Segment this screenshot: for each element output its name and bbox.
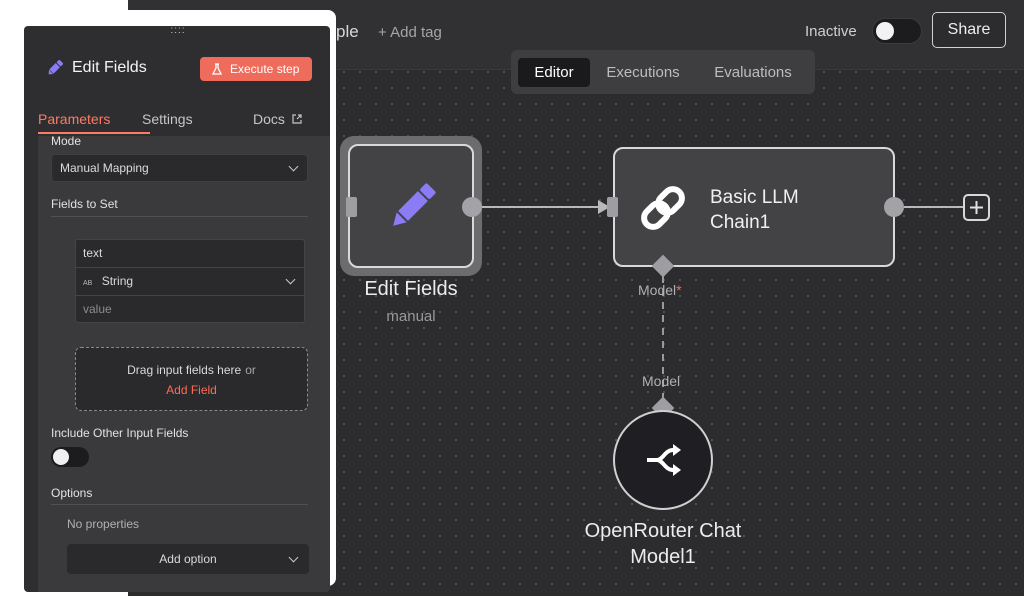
field-name-input[interactable]: text — [76, 240, 304, 268]
llm-node-title-line2: Chain1 — [710, 212, 771, 233]
openrouter-icon — [647, 444, 681, 476]
node-settings-panel: :::: Edit Fields Execute step Parameters… — [24, 26, 330, 592]
flask-icon — [212, 63, 222, 75]
toggle-knob — [53, 449, 69, 465]
field-assignment: text AB String value — [75, 239, 305, 323]
tab-executions[interactable]: Executions — [594, 58, 692, 87]
pencil-icon — [48, 59, 64, 75]
external-link-icon — [292, 114, 302, 124]
llm-input-port[interactable] — [607, 197, 618, 217]
options-label: Options — [51, 486, 93, 500]
mode-label: Mode — [51, 134, 82, 148]
tab-editor[interactable]: Editor — [518, 58, 590, 87]
tab-docs-label: Docs — [253, 111, 285, 127]
field-value-input[interactable]: value — [76, 296, 304, 324]
openrouter-title-line1: OpenRouter Chat — [584, 520, 742, 542]
include-other-fields-label: Include Other Input Fields — [51, 426, 189, 440]
mode-select[interactable]: Manual Mapping — [51, 154, 308, 182]
pencil-icon — [393, 183, 436, 226]
model-connector-label: Model — [642, 373, 681, 389]
node-edit-fields-body — [348, 144, 474, 268]
active-toggle[interactable] — [872, 18, 922, 44]
share-button[interactable]: Share — [932, 12, 1006, 48]
workflow-status-label: Inactive — [805, 23, 857, 40]
execute-step-label: Execute step — [230, 62, 300, 76]
node-openrouter-chat-model[interactable] — [613, 410, 713, 510]
add-option-select[interactable]: Add option — [67, 544, 309, 574]
panel-title: Edit Fields — [72, 59, 147, 76]
edit-fields-input-port[interactable] — [346, 197, 357, 217]
edit-fields-node-title: Edit Fields — [364, 278, 458, 300]
drop-zone-or: or — [245, 363, 256, 377]
llm-output-port[interactable] — [884, 197, 904, 217]
openrouter-title-line2: Model1 — [630, 546, 696, 568]
edit-fields-output-port[interactable] — [462, 197, 482, 217]
chevron-down-icon — [288, 552, 299, 563]
section-divider — [51, 216, 308, 217]
node-edit-fields[interactable] — [340, 136, 482, 276]
tab-parameters[interactable]: Parameters — [38, 111, 110, 127]
add-field-button[interactable]: Add Field — [76, 383, 307, 397]
chain-link-icon — [641, 186, 685, 230]
tab-evaluations[interactable]: Evaluations — [698, 58, 808, 87]
node-basic-llm-chain[interactable]: Basic LLM Chain1 — [613, 147, 895, 267]
no-properties-text: No properties — [67, 517, 140, 531]
mode-select-value: Manual Mapping — [60, 161, 149, 175]
edit-fields-node-subtitle: manual — [386, 308, 436, 325]
chevron-down-icon — [285, 274, 296, 285]
field-type-select[interactable]: AB String — [76, 268, 304, 296]
drop-zone-text: Drag input fields here or — [76, 363, 307, 377]
view-tabs: Editor Executions Evaluations — [511, 50, 815, 94]
app-window: ple + Add tag Inactive Share Editor Exec… — [0, 0, 1024, 596]
tab-docs[interactable]: Docs — [253, 111, 302, 127]
add-option-label: Add option — [159, 552, 217, 566]
tab-settings[interactable]: Settings — [142, 111, 193, 127]
fields-to-set-label: Fields to Set — [51, 197, 118, 211]
chevron-down-icon — [288, 161, 299, 172]
drop-input-fields-zone[interactable]: Drag input fields here or Add Field — [75, 347, 308, 411]
plus-icon — [970, 201, 983, 214]
node-settings-panel-frame: :::: Edit Fields Execute step Parameters… — [10, 10, 336, 592]
add-tag-button[interactable]: + Add tag — [378, 24, 442, 41]
workflow-title[interactable]: ple — [336, 22, 359, 42]
add-node-button[interactable] — [963, 194, 990, 221]
model-port-label-text: Model — [638, 282, 677, 298]
model-port-label: Model* — [638, 282, 682, 298]
toggle-knob — [876, 22, 894, 40]
drop-zone-hint: Drag input fields here — [127, 363, 242, 377]
openrouter-node-title: OpenRouter Chat Model1 — [563, 518, 763, 570]
llm-node-title: Basic LLM Chain1 — [710, 185, 850, 235]
required-marker: * — [676, 282, 682, 298]
options-divider — [51, 504, 308, 505]
string-type-icon: AB — [83, 280, 93, 287]
field-type-value: String — [101, 274, 134, 288]
llm-node-title-line1: Basic LLM — [710, 187, 799, 208]
execute-step-button[interactable]: Execute step — [200, 57, 312, 81]
drag-handle-icon[interactable]: :::: — [164, 26, 192, 38]
include-other-fields-toggle[interactable] — [51, 447, 89, 467]
